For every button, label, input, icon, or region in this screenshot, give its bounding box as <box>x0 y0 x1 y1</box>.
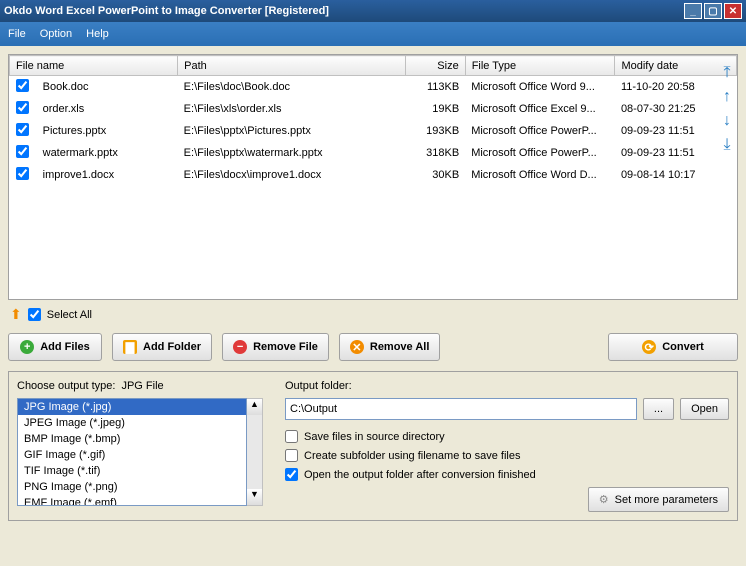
move-bottom-icon[interactable]: ⤓ <box>718 136 736 154</box>
window-title: Okdo Word Excel PowerPoint to Image Conv… <box>4 5 329 17</box>
move-top-icon[interactable]: ⤒ <box>718 64 736 82</box>
menu-option[interactable]: Option <box>40 28 72 40</box>
select-all-checkbox[interactable] <box>28 308 41 321</box>
maximize-button[interactable]: ▢ <box>704 3 722 19</box>
add-files-button[interactable]: +Add Files <box>8 333 102 361</box>
reorder-arrows: ⤒ ↑ ↓ ⤓ <box>718 64 736 154</box>
cell-type: Microsoft Office PowerP... <box>465 142 615 164</box>
scroll-track[interactable] <box>247 415 262 489</box>
list-item[interactable]: BMP Image (*.bmp) <box>18 431 246 447</box>
table-row[interactable]: order.xlsE:\Files\xls\order.xls19KBMicro… <box>10 98 737 120</box>
open-folder-button[interactable]: Open <box>680 398 729 420</box>
cell-size: 113KB <box>406 76 466 99</box>
cell-size: 193KB <box>406 120 466 142</box>
add-folder-button[interactable]: ▇Add Folder <box>112 333 212 361</box>
open-after-label: Open the output folder after conversion … <box>304 469 536 481</box>
list-item[interactable]: GIF Image (*.gif) <box>18 447 246 463</box>
scroll-up-icon[interactable]: ▲ <box>247 399 262 415</box>
cell-name: Pictures.pptx <box>37 120 178 142</box>
cell-name: order.xls <box>37 98 178 120</box>
cell-path: E:\Files\pptx\watermark.pptx <box>178 142 406 164</box>
row-checkbox[interactable] <box>16 101 29 114</box>
bottom-panel: Choose output type: JPG File JPG Image (… <box>8 371 738 521</box>
files-area: File name Path Size File Type Modify dat… <box>8 54 738 300</box>
listbox-scrollbar[interactable]: ▲ ▼ <box>247 398 263 506</box>
cell-type: Microsoft Office Word 9... <box>465 76 615 99</box>
table-row[interactable]: watermark.pptxE:\Files\pptx\watermark.pp… <box>10 142 737 164</box>
cell-date: 09-08-14 10:17 <box>615 164 737 186</box>
menu-help[interactable]: Help <box>86 28 109 40</box>
list-item[interactable]: TIF Image (*.tif) <box>18 463 246 479</box>
table-row[interactable]: Book.docE:\Files\doc\Book.doc113KBMicros… <box>10 76 737 99</box>
col-path[interactable]: Path <box>178 56 406 76</box>
title-bar: Okdo Word Excel PowerPoint to Image Conv… <box>0 0 746 22</box>
remove-all-button[interactable]: ✕Remove All <box>339 333 441 361</box>
output-type-value: JPG File <box>121 380 163 392</box>
file-table: File name Path Size File Type Modify dat… <box>8 54 738 300</box>
cell-type: Microsoft Office Excel 9... <box>465 98 615 120</box>
gear-icon: ⚙ <box>599 493 609 506</box>
browse-button[interactable]: ... <box>643 398 674 420</box>
action-button-row: +Add Files ▇Add Folder −Remove File ✕Rem… <box>8 333 738 361</box>
open-after-checkbox[interactable] <box>285 468 298 481</box>
create-subfolder-checkbox[interactable] <box>285 449 298 462</box>
create-subfolder-label: Create subfolder using filename to save … <box>304 450 520 462</box>
cell-type: Microsoft Office PowerP... <box>465 120 615 142</box>
set-more-parameters-button[interactable]: ⚙Set more parameters <box>588 487 729 512</box>
output-type-label: Choose output type: <box>17 380 115 392</box>
minus-icon: − <box>233 340 247 354</box>
save-in-source-checkbox[interactable] <box>285 430 298 443</box>
list-item[interactable]: EMF Image (*.emf) <box>18 495 246 506</box>
cell-size: 30KB <box>406 164 466 186</box>
select-all-row: ⬆ Select All <box>8 300 738 329</box>
scroll-down-icon[interactable]: ▼ <box>247 489 262 505</box>
row-checkbox[interactable] <box>16 123 29 136</box>
col-filetype[interactable]: File Type <box>465 56 615 76</box>
output-folder-panel: Output folder: ... Open Save files in so… <box>285 380 729 512</box>
folder-icon: ▇ <box>123 340 137 354</box>
output-type-label-row: Choose output type: JPG File <box>17 380 267 392</box>
output-folder-row: ... Open <box>285 398 729 420</box>
cell-name: watermark.pptx <box>37 142 178 164</box>
menu-file[interactable]: File <box>8 28 26 40</box>
cell-type: Microsoft Office Word D... <box>465 164 615 186</box>
output-folder-input[interactable] <box>285 398 637 420</box>
list-item[interactable]: PNG Image (*.png) <box>18 479 246 495</box>
close-button[interactable]: ✕ <box>724 3 742 19</box>
cell-path: E:\Files\pptx\Pictures.pptx <box>178 120 406 142</box>
row-checkbox[interactable] <box>16 167 29 180</box>
cell-name: Book.doc <box>37 76 178 99</box>
list-item[interactable]: JPG Image (*.jpg) <box>18 399 246 415</box>
remove-file-button[interactable]: −Remove File <box>222 333 329 361</box>
output-folder-label: Output folder: <box>285 380 352 392</box>
col-size[interactable]: Size <box>406 56 466 76</box>
select-all-label: Select All <box>47 309 92 321</box>
window-controls: _ ▢ ✕ <box>684 3 742 19</box>
output-type-listbox[interactable]: JPG Image (*.jpg)JPEG Image (*.jpeg)BMP … <box>17 398 247 506</box>
list-item[interactable]: JPEG Image (*.jpeg) <box>18 415 246 431</box>
col-filename[interactable]: File name <box>10 56 178 76</box>
cell-name: improve1.docx <box>37 164 178 186</box>
move-up-icon[interactable]: ↑ <box>718 88 736 106</box>
menu-bar: File Option Help <box>0 22 746 46</box>
cell-path: E:\Files\doc\Book.doc <box>178 76 406 99</box>
table-row[interactable]: improve1.docxE:\Files\docx\improve1.docx… <box>10 164 737 186</box>
cell-path: E:\Files\docx\improve1.docx <box>178 164 406 186</box>
save-in-source-label: Save files in source directory <box>304 431 445 443</box>
row-checkbox[interactable] <box>16 79 29 92</box>
plus-icon: + <box>20 340 34 354</box>
cell-size: 19KB <box>406 98 466 120</box>
move-down-icon[interactable]: ↓ <box>718 112 736 130</box>
row-checkbox[interactable] <box>16 145 29 158</box>
up-arrow-icon: ⬆ <box>10 306 22 323</box>
cell-size: 318KB <box>406 142 466 164</box>
convert-button[interactable]: ⟳Convert <box>608 333 738 361</box>
cell-path: E:\Files\xls\order.xls <box>178 98 406 120</box>
convert-icon: ⟳ <box>642 340 656 354</box>
output-type-panel: Choose output type: JPG File JPG Image (… <box>17 380 267 512</box>
table-row[interactable]: Pictures.pptxE:\Files\pptx\Pictures.pptx… <box>10 120 737 142</box>
minimize-button[interactable]: _ <box>684 3 702 19</box>
x-icon: ✕ <box>350 340 364 354</box>
